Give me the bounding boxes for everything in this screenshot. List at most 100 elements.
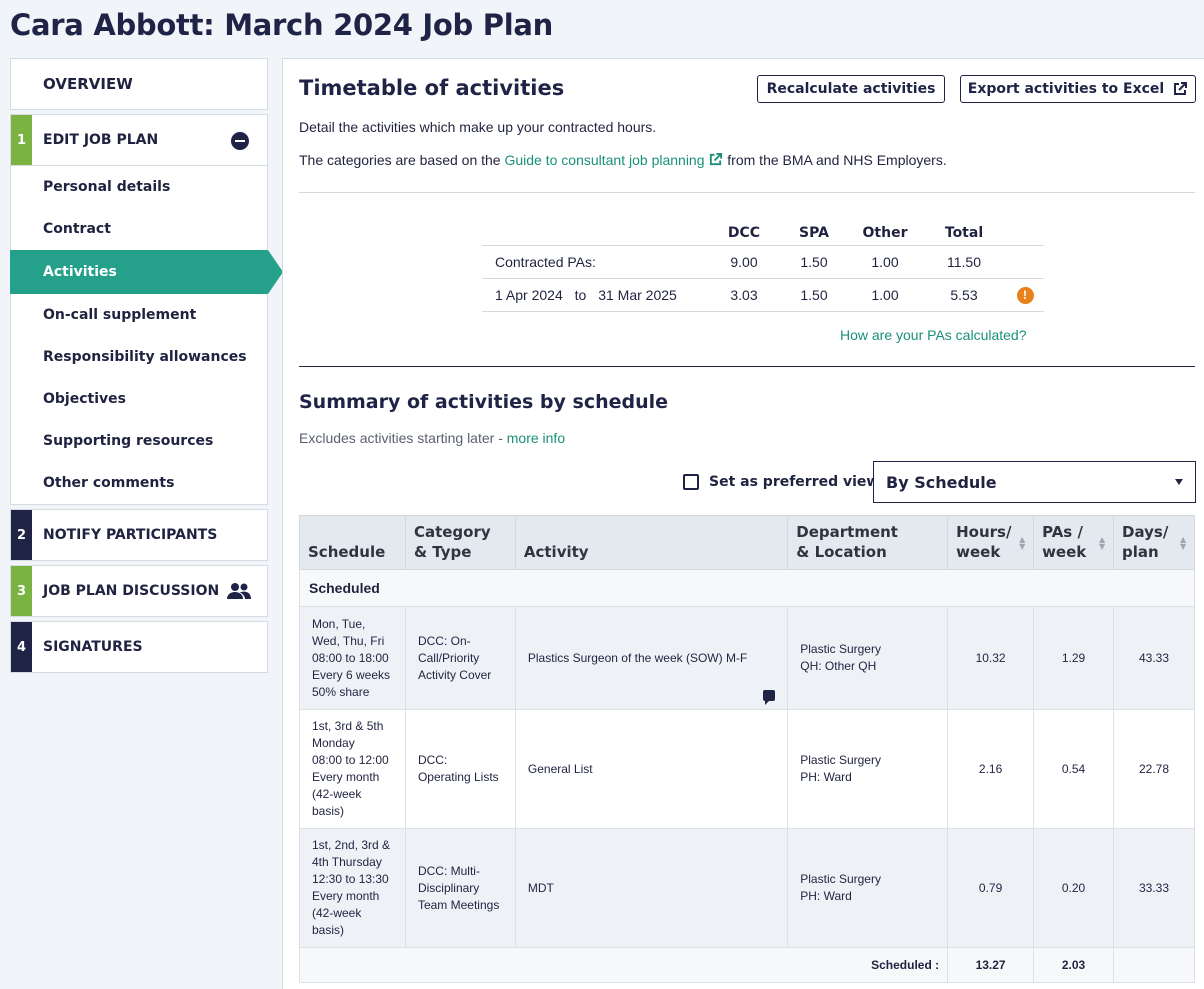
col-spa: SPA bbox=[799, 224, 829, 241]
intro-text: Detail the activities which make up your… bbox=[299, 119, 657, 135]
pas-cell: 0.20 bbox=[1033, 828, 1115, 948]
export-excel-button[interactable]: Export activities to Excel bbox=[960, 75, 1196, 103]
sidebar-item-other-comments[interactable]: Other comments bbox=[11, 462, 267, 504]
guide-suffix: from the BMA and NHS Employers. bbox=[727, 152, 947, 168]
preferred-view-toggle[interactable]: Set as preferred view bbox=[683, 474, 879, 490]
period-label: 1 Apr 2024 to 31 Mar 2025 bbox=[482, 277, 708, 312]
step-edit-job-plan[interactable]: 1 EDIT JOB PLAN bbox=[10, 114, 268, 166]
sort-icon[interactable]: ▲ ▼ bbox=[1019, 536, 1027, 551]
schedule-cell: 1st, 3rd & 5th Monday 08:00 to 12:00 Eve… bbox=[299, 709, 406, 829]
excludes-text: Excludes activities starting later - mor… bbox=[299, 430, 565, 446]
col-department[interactable]: Department & Location bbox=[787, 515, 949, 570]
excludes-label: Excludes activities starting later - bbox=[299, 430, 503, 446]
divider bbox=[299, 366, 1195, 367]
sidebar-item-contract[interactable]: Contract bbox=[11, 208, 267, 250]
step-job-plan-discussion[interactable]: 3 JOB PLAN DISCUSSION bbox=[10, 565, 268, 617]
sidebar: OVERVIEW 1 EDIT JOB PLAN Personal detail… bbox=[10, 58, 283, 673]
header-line: & Type bbox=[413, 543, 472, 561]
total-hours: 13.27 bbox=[947, 947, 1035, 983]
days-cell: 43.33 bbox=[1113, 606, 1195, 710]
contracted-label: Contracted PAs: bbox=[482, 244, 708, 278]
col-other: Other bbox=[862, 224, 908, 241]
activity-cell: Plastics Surgeon of the week (SOW) M-F bbox=[514, 606, 789, 710]
more-info-link[interactable]: more info bbox=[507, 430, 565, 446]
guide-link[interactable]: Guide to consultant job planning bbox=[504, 152, 704, 168]
pa-value: 1.00 bbox=[848, 277, 922, 312]
period-row: 1 Apr 2024 to 31 Mar 2025 3.03 1.50 1.00… bbox=[482, 277, 1044, 312]
guide-prefix: The categories are based on the bbox=[299, 152, 501, 168]
table-row[interactable]: Mon, Tue, Wed, Thu, Fri 08:00 to 18:00 E… bbox=[299, 606, 1195, 710]
pa-value: 1.50 bbox=[780, 277, 848, 312]
activities-table: Schedule Category & Type Activity Depart… bbox=[298, 515, 1195, 983]
step-label: EDIT JOB PLAN bbox=[43, 132, 159, 148]
header-line: week bbox=[956, 543, 1001, 561]
recalculate-button[interactable]: Recalculate activities bbox=[757, 75, 945, 103]
step-signatures[interactable]: 4 SIGNATURES bbox=[10, 621, 268, 673]
sidebar-item-personal-details[interactable]: Personal details bbox=[11, 166, 267, 208]
guide-text: The categories are based on the Guide to… bbox=[299, 152, 947, 168]
total-days bbox=[1113, 947, 1195, 983]
collapse-icon[interactable] bbox=[231, 132, 249, 150]
col-schedule[interactable]: Schedule bbox=[299, 515, 406, 570]
timetable-heading: Timetable of activities bbox=[299, 76, 565, 100]
schedule-cell: 1st, 2nd, 3rd & 4th Thursday 12:30 to 13… bbox=[299, 828, 406, 948]
total-row: Scheduled : 13.27 2.03 bbox=[298, 947, 1195, 983]
pa-calculation-link[interactable]: How are your PAs calculated? bbox=[840, 327, 1027, 343]
divider bbox=[299, 192, 1195, 193]
step-notify-participants[interactable]: 2 NOTIFY PARTICIPANTS bbox=[10, 509, 268, 561]
sidebar-overview[interactable]: OVERVIEW bbox=[10, 58, 268, 110]
step-number: 1 bbox=[11, 115, 32, 165]
preferred-view-checkbox[interactable] bbox=[683, 474, 699, 490]
step-number: 3 bbox=[11, 566, 32, 616]
header-line: Days/ bbox=[1122, 523, 1169, 541]
view-select-value: By Schedule bbox=[886, 472, 997, 492]
col-category[interactable]: Category & Type bbox=[404, 515, 516, 570]
step-label: NOTIFY PARTICIPANTS bbox=[43, 527, 218, 543]
schedule-cell: Mon, Tue, Wed, Thu, Fri 08:00 to 18:00 E… bbox=[299, 606, 406, 710]
page-title: Cara Abbott: March 2024 Job Plan bbox=[10, 8, 553, 42]
external-link-icon bbox=[710, 152, 723, 166]
col-pas-week[interactable]: PAs / week ▲ ▼ bbox=[1033, 515, 1115, 570]
col-total: Total bbox=[944, 224, 984, 241]
pas-cell: 1.29 bbox=[1033, 606, 1115, 710]
view-select[interactable]: By Schedule bbox=[873, 461, 1196, 503]
comment-icon[interactable] bbox=[763, 690, 776, 705]
sidebar-item-supporting-resources[interactable]: Supporting resources bbox=[11, 420, 267, 462]
sort-icon[interactable]: ▲ ▼ bbox=[1099, 536, 1107, 551]
col-dcc: DCC bbox=[727, 224, 761, 241]
col-hours-week[interactable]: Hours/ week ▲ ▼ bbox=[947, 515, 1035, 570]
sidebar-item-objectives[interactable]: Objectives bbox=[11, 378, 267, 420]
department-cell: Plastic Surgery QH: Other QH bbox=[787, 606, 949, 710]
contracted-row: Contracted PAs: 9.00 1.50 1.00 11.50 bbox=[482, 244, 1044, 278]
sidebar-item-on-call-supplement[interactable]: On-call supplement bbox=[11, 294, 267, 336]
pa-value: 11.50 bbox=[922, 244, 1006, 278]
period-to: 31 Mar 2025 bbox=[598, 286, 677, 303]
hours-cell: 10.32 bbox=[947, 606, 1035, 710]
table-row[interactable]: 1st, 3rd & 5th Monday 08:00 to 12:00 Eve… bbox=[299, 709, 1195, 829]
people-icon bbox=[227, 583, 251, 599]
sidebar-item-activities[interactable]: Activities bbox=[10, 250, 283, 294]
col-days-plan[interactable]: Days/ plan ▲ ▼ bbox=[1113, 515, 1195, 570]
department-cell: Plastic Surgery PH: Ward bbox=[787, 709, 949, 829]
header-line: Hours/ bbox=[956, 523, 1012, 541]
activity-cell: General List bbox=[514, 709, 789, 829]
sidebar-item-responsibility-allowances[interactable]: Responsibility allowances bbox=[11, 336, 267, 378]
total-pas: 2.03 bbox=[1033, 947, 1115, 983]
col-activity[interactable]: Activity bbox=[514, 515, 789, 570]
warning-icon[interactable]: ! bbox=[1016, 286, 1034, 304]
hours-cell: 2.16 bbox=[947, 709, 1035, 829]
header-line: Department bbox=[796, 523, 898, 541]
category-cell: DCC: Multi- Disciplinary Team Meetings bbox=[404, 828, 516, 948]
pa-value: 5.53 bbox=[922, 277, 1006, 312]
period-to-word: to bbox=[574, 286, 587, 303]
department-cell: Plastic Surgery PH: Ward bbox=[787, 828, 949, 948]
header-line: Category bbox=[413, 523, 491, 541]
pa-value: 1.50 bbox=[780, 244, 848, 278]
sort-icon[interactable]: ▲ ▼ bbox=[1180, 536, 1188, 551]
header-line: PAs / bbox=[1042, 523, 1083, 541]
step-label: JOB PLAN DISCUSSION bbox=[43, 583, 220, 599]
header-line: & Location bbox=[796, 543, 887, 561]
external-link-icon bbox=[1174, 82, 1188, 95]
table-row[interactable]: 1st, 2nd, 3rd & 4th Thursday 12:30 to 13… bbox=[299, 828, 1195, 948]
overview-label: OVERVIEW bbox=[43, 75, 133, 93]
